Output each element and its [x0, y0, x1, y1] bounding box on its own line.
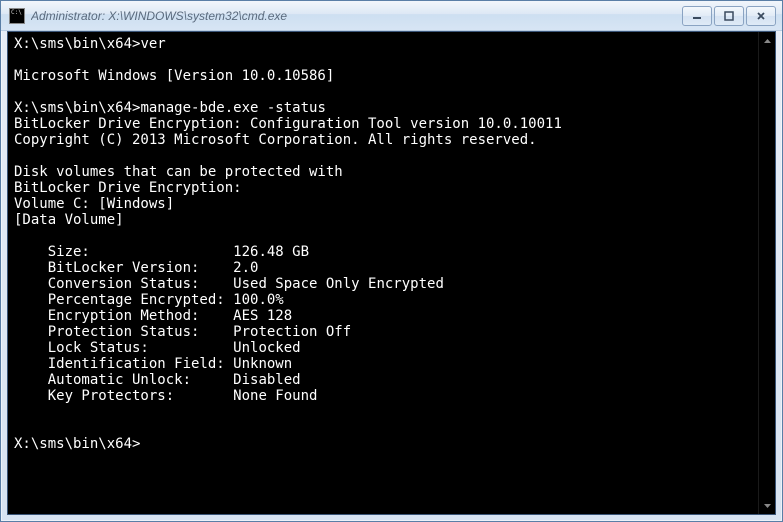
prompt: X:\sms\bin\x64>	[14, 36, 140, 52]
field-row: BitLocker Version: 2.0	[14, 260, 258, 276]
terminal-output[interactable]: X:\sms\bin\x64>ver Microsoft Windows [Ve…	[8, 32, 775, 514]
chevron-up-icon	[764, 39, 771, 43]
field-label: Encryption Method:	[14, 308, 233, 324]
output-line: Volume C: [Windows]	[14, 196, 174, 212]
scrollbar-track[interactable]	[759, 49, 775, 497]
maximize-button[interactable]	[714, 6, 744, 26]
close-icon	[756, 11, 766, 21]
field-label: Key Protectors:	[14, 388, 233, 404]
field-row: Encryption Method: AES 128	[14, 308, 292, 324]
maximize-icon	[724, 11, 734, 21]
prompt: X:\sms\bin\x64>	[14, 100, 140, 116]
field-row: Lock Status: Unlocked	[14, 340, 301, 356]
prompt: X:\sms\bin\x64>	[14, 436, 140, 452]
cmd-icon	[9, 8, 25, 24]
field-value: 100.0%	[233, 292, 284, 308]
window-controls	[682, 6, 776, 26]
terminal-area[interactable]: X:\sms\bin\x64>ver Microsoft Windows [Ve…	[7, 31, 776, 515]
output-line: [Data Volume]	[14, 212, 124, 228]
field-value: Disabled	[233, 372, 300, 388]
field-value: None Found	[233, 388, 317, 404]
output-line: Disk volumes that can be protected with	[14, 164, 343, 180]
field-value: Protection Off	[233, 324, 351, 340]
command-text: ver	[140, 36, 165, 52]
output-line: BitLocker Drive Encryption:	[14, 180, 242, 196]
field-label: Identification Field:	[14, 356, 233, 372]
field-row: Identification Field: Unknown	[14, 356, 292, 372]
field-value: Unlocked	[233, 340, 300, 356]
field-label: Automatic Unlock:	[14, 372, 233, 388]
field-row: Size: 126.48 GB	[14, 244, 309, 260]
field-label: BitLocker Version:	[14, 260, 233, 276]
field-label: Conversion Status:	[14, 276, 233, 292]
field-row: Protection Status: Protection Off	[14, 324, 351, 340]
field-row: Conversion Status: Used Space Only Encry…	[14, 276, 444, 292]
output-line: BitLocker Drive Encryption: Configuratio…	[14, 116, 562, 132]
titlebar[interactable]: Administrator: X:\WINDOWS\system32\cmd.e…	[1, 1, 782, 31]
field-label: Size:	[14, 244, 233, 260]
chevron-down-icon	[764, 504, 771, 508]
scrollbar[interactable]	[758, 32, 775, 514]
output-line: Copyright (C) 2013 Microsoft Corporation…	[14, 132, 537, 148]
field-row: Key Protectors: None Found	[14, 388, 317, 404]
scroll-up-button[interactable]	[759, 32, 775, 49]
field-label: Percentage Encrypted:	[14, 292, 233, 308]
field-row: Percentage Encrypted: 100.0%	[14, 292, 284, 308]
command-text: manage-bde.exe -status	[140, 100, 325, 116]
cmd-window: Administrator: X:\WINDOWS\system32\cmd.e…	[0, 0, 783, 522]
minimize-button[interactable]	[682, 6, 712, 26]
field-label: Lock Status:	[14, 340, 233, 356]
field-value: 126.48 GB	[233, 244, 309, 260]
output-line: Microsoft Windows [Version 10.0.10586]	[14, 68, 334, 84]
close-button[interactable]	[746, 6, 776, 26]
field-value: AES 128	[233, 308, 292, 324]
field-value: Unknown	[233, 356, 292, 372]
scroll-down-button[interactable]	[759, 497, 775, 514]
window-title: Administrator: X:\WINDOWS\system32\cmd.e…	[31, 9, 682, 23]
field-value: 2.0	[233, 260, 258, 276]
field-row: Automatic Unlock: Disabled	[14, 372, 301, 388]
field-label: Protection Status:	[14, 324, 233, 340]
minimize-icon	[692, 11, 702, 21]
field-value: Used Space Only Encrypted	[233, 276, 444, 292]
